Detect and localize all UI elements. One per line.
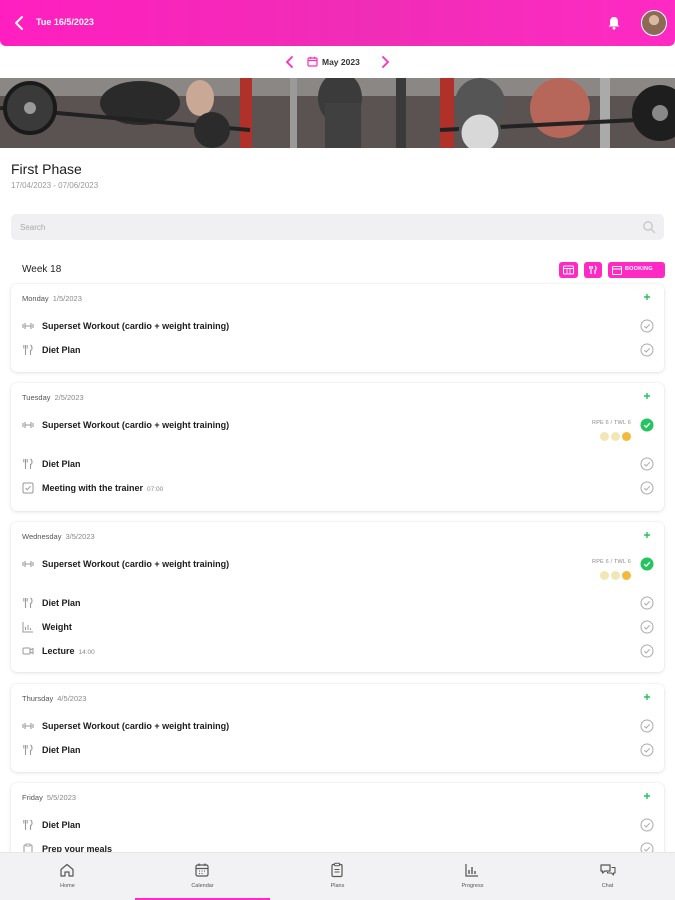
chart-icon	[22, 622, 33, 633]
dumbbell-icon	[22, 422, 34, 428]
next-month-icon[interactable]	[378, 55, 392, 69]
calendar-grid-icon	[563, 265, 574, 275]
list-item[interactable]: Superset Workout (cardio + weight traini…	[11, 717, 664, 737]
tab-calendar[interactable]: Calendar	[135, 853, 270, 900]
mood-rating	[598, 571, 631, 581]
fork-knife-icon	[23, 819, 33, 830]
list-item[interactable]: Diet Plan	[11, 455, 664, 475]
fork-knife-icon	[23, 344, 33, 355]
avatar[interactable]	[641, 10, 667, 36]
calendar-icon	[195, 863, 209, 877]
tab-home[interactable]: Home	[0, 853, 135, 900]
day-card-friday: Friday 5/5/2023 Diet Plan Prep your meals	[11, 783, 664, 863]
tab-plans[interactable]: Plans	[270, 853, 405, 900]
check-circle-icon[interactable]	[640, 481, 654, 495]
add-icon[interactable]	[642, 292, 652, 302]
check-circle-icon[interactable]	[640, 319, 654, 333]
booking-button[interactable]: BOOKING	[608, 262, 665, 278]
list-item[interactable]: Lecture 14:00	[11, 642, 664, 662]
video-icon	[22, 647, 34, 655]
bell-icon[interactable]	[606, 15, 622, 31]
week-calendar-button[interactable]	[559, 262, 578, 278]
tab-chat[interactable]: Chat	[540, 853, 675, 900]
add-icon[interactable]	[642, 791, 652, 801]
day-card-thursday: Thursday 4/5/2023 Superset Workout (cardi…	[11, 684, 664, 772]
fork-knife-icon	[23, 597, 33, 608]
bar-chart-icon	[465, 864, 478, 877]
month-navigator: May 2023	[0, 46, 675, 78]
add-icon[interactable]	[642, 692, 652, 702]
clipboard-icon	[331, 862, 343, 878]
month-label[interactable]: May 2023	[322, 57, 360, 67]
rpe-label: RPE 6 / TWL 6	[592, 559, 631, 565]
mood-face-icon	[622, 571, 631, 580]
tab-progress[interactable]: Progress	[405, 853, 540, 900]
check-circle-icon[interactable]	[640, 818, 654, 832]
rpe-label: RPE 6 / TWL 6	[592, 420, 631, 426]
check-circle-filled-icon[interactable]	[640, 418, 654, 432]
search-icon[interactable]	[642, 220, 656, 234]
top-bar: Tue 16/5/2023	[0, 0, 675, 46]
home-icon	[60, 863, 74, 877]
week-label: Week 18	[22, 264, 62, 275]
check-circle-icon[interactable]	[640, 743, 654, 757]
dumbbell-icon	[22, 323, 34, 329]
mood-face-icon	[611, 571, 620, 580]
day-header: Tuesday 2/5/2023	[22, 393, 84, 402]
list-item[interactable]: Diet Plan	[11, 741, 664, 761]
fork-knife-icon	[589, 265, 597, 274]
booking-label: BOOKING	[625, 266, 653, 272]
bottom-tab-bar: Home Calendar Plans Progress Chat	[0, 852, 675, 900]
search-input[interactable]: Search	[11, 214, 664, 240]
day-header: Thursday 4/5/2023	[22, 694, 87, 703]
list-item[interactable]: Superset Workout (cardio + weight traini…	[11, 317, 664, 337]
search-placeholder: Search	[20, 223, 46, 232]
list-item[interactable]: Diet Plan	[11, 341, 664, 361]
check-circle-icon[interactable]	[640, 620, 654, 634]
mood-face-icon	[600, 432, 609, 441]
day-card-tuesday: Tuesday 2/5/2023 Superset Workout (cardio…	[11, 383, 664, 511]
dumbbell-icon	[22, 561, 34, 567]
day-card-monday: Monday 1/5/2023 Superset Workout (cardio …	[11, 284, 664, 372]
check-circle-icon[interactable]	[640, 457, 654, 471]
chat-icon	[600, 864, 616, 876]
day-header: Wednesday 3/5/2023	[22, 532, 95, 541]
list-item[interactable]: Meeting with the trainer 07:00	[11, 479, 664, 499]
day-card-wednesday: Wednesday 3/5/2023 Superset Workout (card…	[11, 522, 664, 672]
day-header: Friday 5/5/2023	[22, 793, 77, 802]
mood-face-icon	[600, 571, 609, 580]
add-icon[interactable]	[642, 391, 652, 401]
mood-rating	[598, 432, 631, 442]
mood-face-icon	[622, 432, 631, 441]
check-circle-icon[interactable]	[640, 596, 654, 610]
mood-face-icon	[611, 432, 620, 441]
dumbbell-icon	[22, 723, 34, 729]
phase-dates: 17/04/2023 - 07/06/2023	[11, 181, 99, 190]
list-item[interactable]: Superset Workout (cardio + weight traini…	[11, 416, 664, 446]
calendar-icon	[307, 56, 318, 67]
fork-knife-icon	[23, 458, 33, 469]
day-header: Monday 1/5/2023	[22, 294, 82, 303]
check-circle-icon[interactable]	[640, 343, 654, 357]
calendar-icon	[612, 266, 622, 275]
meeting-icon	[22, 482, 34, 494]
list-item[interactable]: Diet Plan	[11, 816, 664, 836]
chevron-left-icon[interactable]	[10, 13, 30, 33]
list-item[interactable]: Diet Plan	[11, 594, 664, 614]
check-circle-icon[interactable]	[640, 644, 654, 658]
fork-knife-icon	[23, 744, 33, 755]
check-circle-filled-icon[interactable]	[640, 557, 654, 571]
list-item[interactable]: Superset Workout (cardio + weight traini…	[11, 555, 664, 585]
week-diet-button[interactable]	[584, 262, 602, 278]
header-date: Tue 16/5/2023	[36, 17, 94, 27]
hero-image	[0, 78, 675, 148]
add-icon[interactable]	[642, 530, 652, 540]
list-item[interactable]: Weight	[11, 618, 664, 638]
prev-month-icon[interactable]	[283, 55, 297, 69]
main-content: First Phase 17/04/2023 - 07/06/2023 Sear…	[0, 148, 675, 863]
phase-title: First Phase	[11, 161, 82, 177]
check-circle-icon[interactable]	[640, 719, 654, 733]
